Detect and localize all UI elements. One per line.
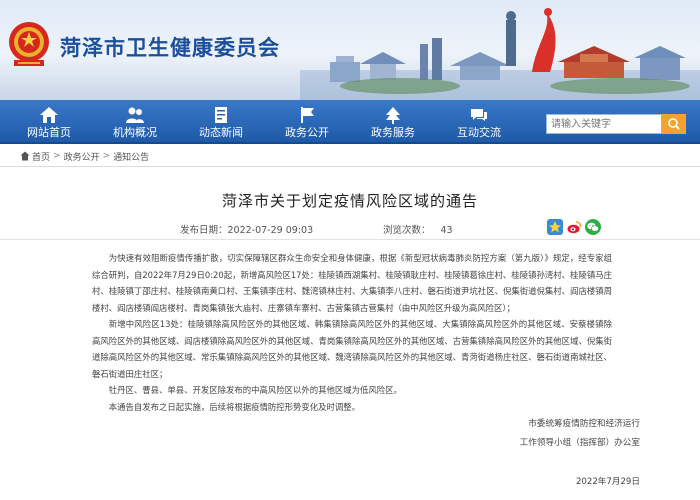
publish-date: 发布日期：2022-07-29 09:03	[180, 225, 314, 236]
article-paragraph: 为快速有效阻断疫情传播扩散，切实保障辖区群众生命安全和身体健康，根据《新型冠状病…	[92, 253, 612, 313]
signature-line: 市委统筹疫情防控和经济运行	[528, 419, 640, 429]
article-paragraph: 本通告自发布之日起实施，后续将根据疫情防控形势变化及时调整。	[108, 401, 361, 412]
nav-item-interaction[interactable]: 互动交流	[436, 100, 522, 144]
signature-date: 2022年7月29日	[575, 477, 640, 487]
search-icon	[668, 118, 680, 130]
city-skyline-illustration	[300, 8, 700, 100]
nav-item-government-affairs[interactable]: 政务公开	[264, 100, 350, 144]
nav-item-label: 动态新闻	[199, 126, 243, 139]
share-qzone-button[interactable]	[547, 219, 563, 235]
article-paragraph: 牡丹区、曹县、单县、开发区除发布的中高风险区以外的其他区域为低风险区。	[108, 385, 402, 395]
nav-item-label: 机构概况	[113, 126, 157, 139]
flag-icon	[301, 107, 314, 123]
article-meta: 发布日期：2022-07-29 09:03 浏览次数： 43	[0, 216, 700, 240]
people-icon	[126, 107, 144, 123]
nav-item-organization[interactable]: 机构概况	[92, 100, 178, 144]
national-emblem-logo	[9, 22, 49, 66]
search-button[interactable]	[662, 114, 686, 134]
breadcrumb-separator: >	[102, 151, 111, 161]
chat-icon	[471, 109, 487, 121]
home-icon	[40, 107, 58, 123]
search-input[interactable]	[546, 114, 662, 134]
view-count: 浏览次数： 43	[383, 222, 453, 236]
nav-item-label: 互动交流	[457, 126, 501, 139]
nav-item-news[interactable]: 动态新闻	[178, 100, 264, 144]
nav-item-label: 政务服务	[371, 126, 415, 139]
nav-item-home[interactable]: 网站首页	[6, 100, 92, 144]
breadcrumb-separator: >	[53, 151, 61, 161]
breadcrumb-home-link[interactable]: 首页	[32, 150, 50, 163]
header-banner: 菏泽市卫生健康委员会	[0, 0, 700, 100]
article-paragraph: 新增中风险区13处：桂陵镇除高风险区外的其他区域、韩集镇除高风险区外的其他区域、…	[92, 319, 612, 379]
article-title: 菏泽市关于划定疫情风险区域的通告	[221, 192, 478, 210]
signature-line: 工作领导小组（指挥部）办公室	[519, 438, 640, 448]
home-icon	[20, 151, 30, 161]
view-count-value: 43	[440, 225, 453, 236]
article-body: 为快速有效阻断疫情传播扩散，切实保障辖区群众生命安全和身体健康，根据《新型冠状病…	[92, 250, 612, 415]
breadcrumb-section-link[interactable]: 政务公开	[64, 150, 100, 163]
document-icon	[215, 107, 227, 123]
breadcrumb-current-link[interactable]: 通知公告	[113, 150, 149, 163]
share-wechat-button[interactable]	[585, 219, 601, 235]
view-count-label: 浏览次数：	[383, 225, 431, 236]
nav-item-label: 政务公开	[285, 126, 329, 139]
search-box	[546, 114, 686, 134]
nav-item-label: 网站首页	[27, 126, 71, 139]
breadcrumb-divider	[0, 166, 700, 167]
weibo-icon	[567, 221, 582, 234]
site-title: 菏泽市卫生健康委员会	[60, 36, 280, 60]
tree-icon	[386, 107, 400, 124]
share-weibo-button[interactable]	[566, 219, 582, 235]
breadcrumb: 首页 > 政务公开 > 通知公告	[20, 149, 149, 163]
nav-item-government-services[interactable]: 政务服务	[350, 100, 436, 144]
wechat-icon	[587, 222, 599, 232]
star-icon	[549, 221, 561, 233]
